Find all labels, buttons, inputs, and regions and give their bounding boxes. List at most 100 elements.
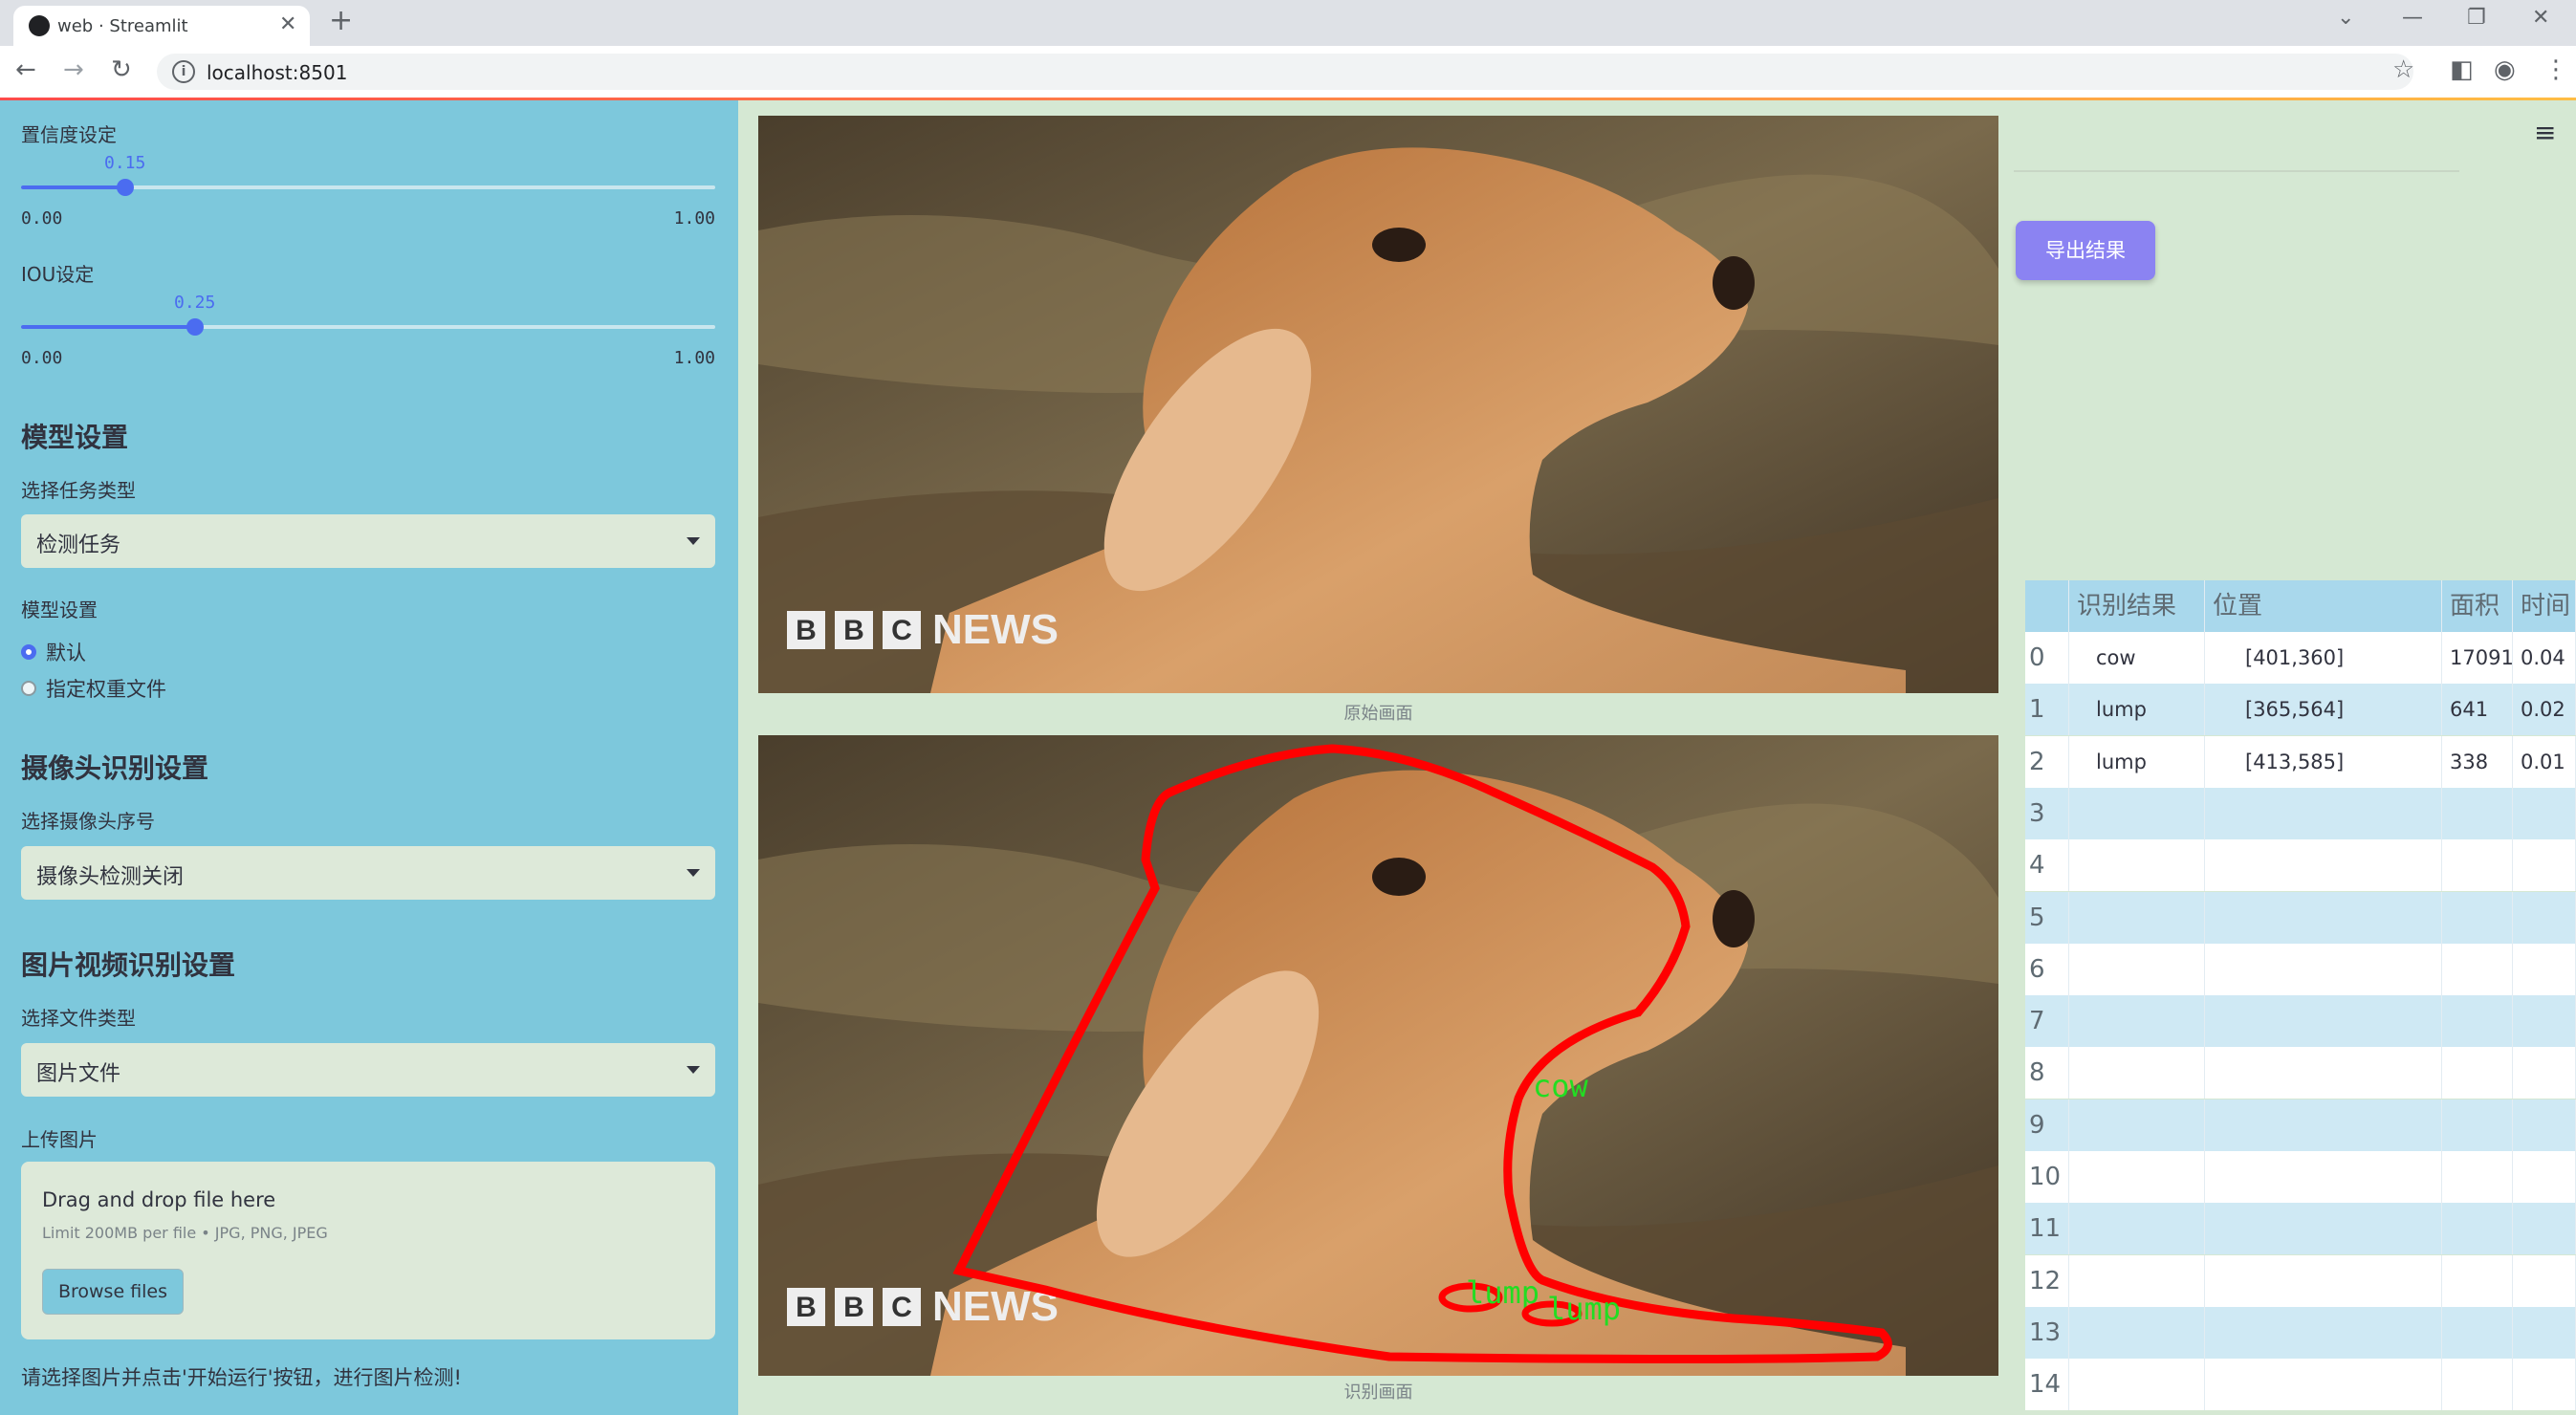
- url-text[interactable]: localhost:8501: [207, 61, 347, 84]
- table-cell-area: [2442, 839, 2513, 892]
- table-cell-position: [2205, 1047, 2442, 1099]
- browser-menu-icon[interactable]: ⋮: [2543, 55, 2568, 84]
- table-cell-result: [2069, 1359, 2205, 1411]
- iou-slider-thumb[interactable]: [186, 318, 204, 336]
- table-cell-time: [2513, 1099, 2576, 1151]
- table-cell-result: [2069, 891, 2205, 944]
- table-cell-area: [2442, 1203, 2513, 1255]
- radio-custom-weights[interactable]: 指定权重文件: [21, 674, 166, 703]
- file-type-value: 图片文件: [36, 1062, 121, 1086]
- table-header-row: 识别结果 位置 面积 时间: [2025, 580, 2576, 632]
- site-info-icon[interactable]: i: [172, 60, 195, 83]
- bookmark-star-icon[interactable]: ☆: [2392, 55, 2414, 84]
- result-image-caption: 识别画面: [1343, 1382, 1413, 1403]
- table-row[interactable]: 5: [2025, 891, 2576, 944]
- file-uploader-dropzone[interactable]: Drag and drop file here Limit 200MB per …: [21, 1162, 715, 1339]
- table-cell-result: [2069, 1254, 2205, 1307]
- watermark-letter: B: [796, 1292, 817, 1323]
- results-table[interactable]: 识别结果位置面积时间0cow[401,360]1709130.041lump[3…: [2025, 580, 2576, 1415]
- profile-avatar-icon[interactable]: ◉: [2494, 55, 2516, 84]
- table-cell-result: [2069, 1151, 2205, 1203]
- table-cell-result: [2069, 839, 2205, 892]
- close-window-button[interactable]: ✕: [2532, 6, 2549, 30]
- iou-slider[interactable]: [21, 318, 715, 336]
- chevron-down-icon: [687, 1066, 700, 1074]
- task-type-select[interactable]: 检测任务: [21, 514, 715, 568]
- table-cell-time: [2513, 995, 2576, 1048]
- table-cell-area: [2442, 1151, 2513, 1203]
- browser-tab-bar: web · Streamlit ✕ + ⌄ — ❐ ✕: [0, 0, 2576, 46]
- table-row[interactable]: 10: [2025, 1151, 2576, 1203]
- confidence-slider-thumb[interactable]: [117, 179, 134, 196]
- tab-search-dropdown-icon[interactable]: ⌄: [2337, 6, 2354, 30]
- hamburger-menu-icon[interactable]: ≡: [2534, 117, 2556, 148]
- table-row[interactable]: 3: [2025, 787, 2576, 839]
- table-cell-index: 12: [2025, 1254, 2069, 1307]
- tab-title: web · Streamlit: [57, 16, 188, 36]
- table-row[interactable]: 13: [2025, 1306, 2576, 1359]
- address-bar[interactable]: i localhost:8501: [157, 54, 2413, 90]
- side-panel-icon[interactable]: ◧: [2450, 55, 2474, 84]
- table-header-cell[interactable]: 面积: [2442, 580, 2513, 632]
- file-type-select[interactable]: 图片文件: [21, 1043, 715, 1097]
- table-cell-area: [2442, 1047, 2513, 1099]
- table-cell-index: 7: [2025, 995, 2069, 1048]
- table-cell-index: 3: [2025, 787, 2069, 839]
- media-section-heading: 图片视频识别设置: [21, 949, 236, 981]
- table-cell-area: [2442, 1099, 2513, 1151]
- camera-select[interactable]: 摄像头检测关闭: [21, 846, 715, 900]
- table-header-cell[interactable]: 时间: [2513, 580, 2576, 632]
- table-row[interactable]: 6: [2025, 943, 2576, 995]
- table-cell-time: [2513, 1203, 2576, 1255]
- table-cell-position: [2205, 1254, 2442, 1307]
- back-arrow-icon[interactable]: ←: [15, 55, 36, 84]
- table-cell-area: [2442, 1254, 2513, 1307]
- table-row[interactable]: 7: [2025, 995, 2576, 1048]
- table-cell-position: [2205, 839, 2442, 892]
- forward-arrow-icon[interactable]: →: [63, 55, 84, 84]
- restore-window-button[interactable]: ❐: [2467, 6, 2486, 30]
- table-cell-position: [2205, 995, 2442, 1048]
- iou-max: 1.00: [673, 348, 715, 368]
- table-row[interactable]: 14: [2025, 1359, 2576, 1411]
- table-cell-time: [2513, 943, 2576, 995]
- table-row[interactable]: 2 lump [413,585] 338 0.01: [2025, 735, 2576, 788]
- table-cell-position: [2205, 1099, 2442, 1151]
- chevron-down-icon: [687, 869, 700, 877]
- table-row[interactable]: 8: [2025, 1047, 2576, 1099]
- table-row[interactable]: 4: [2025, 839, 2576, 892]
- table-cell-time: [2513, 1359, 2576, 1411]
- table-header-cell[interactable]: 识别结果: [2069, 580, 2205, 632]
- table-cell-index: 10: [2025, 1151, 2069, 1203]
- minimize-window-button[interactable]: —: [2402, 6, 2423, 30]
- tab-close-icon[interactable]: ✕: [279, 12, 296, 36]
- table-cell-area: [2442, 891, 2513, 944]
- export-results-button[interactable]: 导出结果: [2016, 221, 2155, 280]
- task-type-value: 检测任务: [36, 533, 121, 557]
- radio-default[interactable]: 默认: [21, 638, 86, 666]
- table-cell-index: 9: [2025, 1099, 2069, 1151]
- iou-value: 0.25: [174, 293, 216, 313]
- new-tab-button[interactable]: +: [329, 4, 353, 37]
- confidence-max: 1.00: [673, 208, 715, 229]
- table-header-cell[interactable]: 位置: [2205, 580, 2442, 632]
- table-cell-index: 0: [2025, 632, 2069, 684]
- table-cell-index: 8: [2025, 1047, 2069, 1099]
- table-cell-area: [2442, 1359, 2513, 1411]
- table-cell-result: [2069, 787, 2205, 839]
- table-row[interactable]: 0cow[401,360]1709130.04: [2025, 632, 2576, 684]
- table-cell-result: [2069, 1099, 2205, 1151]
- table-row[interactable]: 12: [2025, 1254, 2576, 1307]
- reload-icon[interactable]: ↻: [111, 55, 132, 84]
- browser-tab[interactable]: web · Streamlit ✕: [13, 6, 310, 46]
- table-row[interactable]: 9: [2025, 1099, 2576, 1151]
- radio-unselected-icon: [21, 681, 36, 696]
- table-row[interactable]: 11: [2025, 1203, 2576, 1255]
- confidence-slider[interactable]: [21, 179, 715, 196]
- browse-files-button[interactable]: Browse files: [42, 1269, 184, 1315]
- result-image-canvas: B B C NEWS cow lump lump: [758, 735, 1998, 1376]
- table-cell-index: 4: [2025, 839, 2069, 892]
- table-row[interactable]: 1 lump [365,564] 641 0.02: [2025, 684, 2576, 736]
- table-cell-result: cow: [2069, 632, 2205, 684]
- watermark-letter: B: [843, 615, 864, 646]
